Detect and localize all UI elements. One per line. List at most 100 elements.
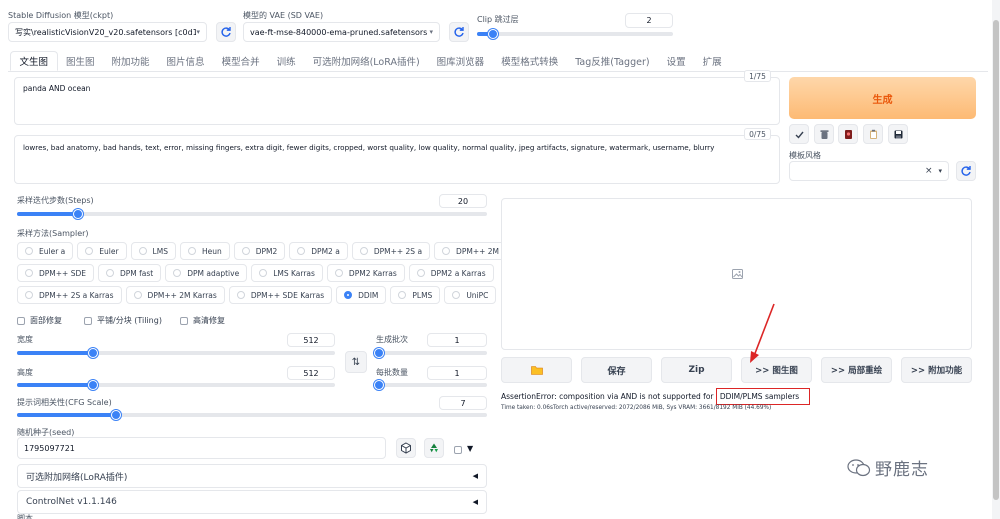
tab-8[interactable]: 模型格式转换 (493, 51, 567, 71)
radio-dot[interactable] (398, 291, 407, 299)
send-to-inpaint-button[interactable]: >> 局部重绘 (821, 357, 892, 383)
tab-2[interactable]: 附加功能 (103, 51, 158, 71)
radio-dot[interactable] (241, 247, 250, 255)
refresh-vae-button[interactable] (449, 22, 469, 42)
generate-button[interactable]: 生成 (789, 77, 976, 119)
prompt-textarea[interactable]: panda AND ocean (14, 77, 780, 125)
sampler-option[interactable]: LMS (130, 242, 176, 260)
radio-dot[interactable] (106, 269, 114, 277)
scrollbar-thumb[interactable] (993, 20, 999, 500)
radio-dot[interactable] (25, 247, 33, 255)
tab-3[interactable]: 图片信息 (158, 51, 213, 71)
batch-size-input[interactable]: 1 (427, 366, 487, 380)
radio-dot[interactable] (416, 269, 425, 277)
accordion-controlnet[interactable]: ControlNet v1.1.146 ◀ (17, 490, 487, 514)
batch-count-input[interactable]: 1 (427, 333, 487, 347)
random-seed-button[interactable] (396, 438, 416, 458)
checkbox-box[interactable] (84, 316, 92, 325)
tiling-checkbox[interactable]: 平铺/分块 (Tiling) (84, 315, 162, 326)
sampler-option[interactable]: Heun (179, 242, 230, 260)
clear-icon[interactable]: × (925, 166, 933, 176)
clear-prompt-button[interactable] (814, 124, 834, 144)
refresh-ckpt-button[interactable] (216, 22, 236, 42)
slider-thumb[interactable] (110, 410, 121, 420)
save-button[interactable]: 保存 (581, 357, 652, 383)
tab-11[interactable]: 扩展 (694, 51, 730, 71)
cfg-input[interactable]: 7 (439, 396, 487, 410)
radio-dot[interactable] (173, 269, 182, 277)
negative-prompt-textarea[interactable]: lowres, bad anatomy, bad hands, text, er… (14, 135, 780, 184)
slider-track[interactable] (17, 212, 487, 216)
reuse-seed-button[interactable] (424, 438, 444, 458)
open-folder-button[interactable] (501, 357, 572, 383)
sampler-option[interactable]: DPM adaptive (165, 264, 248, 282)
radio-dot[interactable] (85, 247, 94, 255)
extra-seed-toggle-icon[interactable]: ▼ (467, 444, 473, 453)
steps-slider[interactable] (17, 209, 487, 219)
save-style-button[interactable] (888, 124, 908, 144)
output-gallery[interactable] (501, 198, 972, 350)
sampler-option[interactable]: DPM++ SDE (17, 264, 94, 282)
swap-dimensions-button[interactable]: ⇅ (345, 351, 367, 373)
sampler-option[interactable]: DDIM (336, 286, 387, 304)
sampler-option[interactable]: PLMS (390, 286, 441, 304)
style-select[interactable]: × ▾ (789, 161, 949, 181)
slider-track[interactable] (377, 383, 487, 387)
seed-input[interactable]: 1795097721 (17, 437, 386, 459)
sampler-option[interactable]: LMS Karras (251, 264, 323, 282)
vae-select[interactable]: vae-ft-mse-840000-ema-pruned.safetensors… (243, 22, 440, 42)
clip-input[interactable]: 2 (625, 13, 673, 28)
hires-fix-checkbox[interactable]: 高清修复 (180, 315, 225, 326)
radio-dot[interactable] (25, 269, 33, 277)
sampler-option[interactable]: DPM2 (233, 242, 286, 260)
radio-dot[interactable] (187, 247, 196, 255)
tab-5[interactable]: 训练 (268, 51, 304, 71)
steps-input[interactable]: 20 (439, 194, 487, 208)
send-to-extras-button[interactable]: >> 附加功能 (901, 357, 972, 383)
radio-dot[interactable] (334, 269, 343, 277)
tab-9[interactable]: Tag反推(Tagger) (567, 51, 658, 71)
sampler-option[interactable]: DPM++ 2S a Karras (17, 286, 122, 304)
radio-dot[interactable] (297, 247, 306, 255)
sampler-option[interactable]: UniPC (444, 286, 497, 304)
checkbox-box[interactable] (17, 316, 25, 325)
face-restore-checkbox[interactable]: 面部修复 (17, 315, 62, 326)
tab-6[interactable]: 可选附加网络(LoRA插件) (304, 51, 428, 71)
radio-dot[interactable] (25, 291, 33, 299)
radio-dot[interactable] (359, 247, 368, 255)
radio-dot[interactable] (133, 291, 142, 299)
batch-count-slider[interactable] (374, 348, 487, 358)
width-slider[interactable] (17, 348, 335, 358)
sampler-option[interactable]: DPM++ SDE Karras (228, 286, 333, 304)
height-input[interactable]: 512 (287, 366, 335, 380)
slider-thumb[interactable] (88, 348, 99, 358)
scrollbar[interactable] (992, 0, 1000, 519)
tab-0[interactable]: 文生图 (10, 51, 58, 71)
cfg-slider[interactable] (17, 410, 487, 420)
tab-7[interactable]: 图库浏览器 (428, 51, 493, 71)
radio-dot[interactable] (452, 291, 461, 299)
sampler-option[interactable]: DPM2 Karras (326, 264, 405, 282)
slider-thumb[interactable] (374, 348, 385, 358)
clip-slider[interactable] (477, 29, 673, 39)
apply-style-button[interactable] (863, 124, 883, 144)
radio-dot[interactable] (138, 247, 147, 255)
sampler-option[interactable]: Euler a (17, 242, 74, 260)
extra-seed-checkbox[interactable] (454, 446, 462, 454)
read-params-button[interactable] (789, 124, 809, 144)
refresh-style-button[interactable] (956, 161, 976, 181)
slider-thumb[interactable] (88, 380, 99, 390)
slider-thumb[interactable] (73, 209, 84, 219)
radio-dot[interactable] (236, 291, 245, 299)
height-slider[interactable] (17, 380, 335, 390)
sampler-option[interactable]: DPM2 a Karras (408, 264, 494, 282)
sampler-option[interactable]: DPM2 a (289, 242, 348, 260)
slider-thumb[interactable] (374, 380, 385, 390)
zip-button[interactable]: Zip (661, 357, 732, 383)
slider-thumb[interactable] (487, 29, 498, 39)
sampler-option[interactable]: DPM++ 2S a (351, 242, 431, 260)
tab-4[interactable]: 模型合并 (213, 51, 268, 71)
show-extra-networks-button[interactable] (838, 124, 858, 144)
sampler-option[interactable]: DPM fast (98, 264, 162, 282)
checkbox-box[interactable] (180, 316, 188, 325)
